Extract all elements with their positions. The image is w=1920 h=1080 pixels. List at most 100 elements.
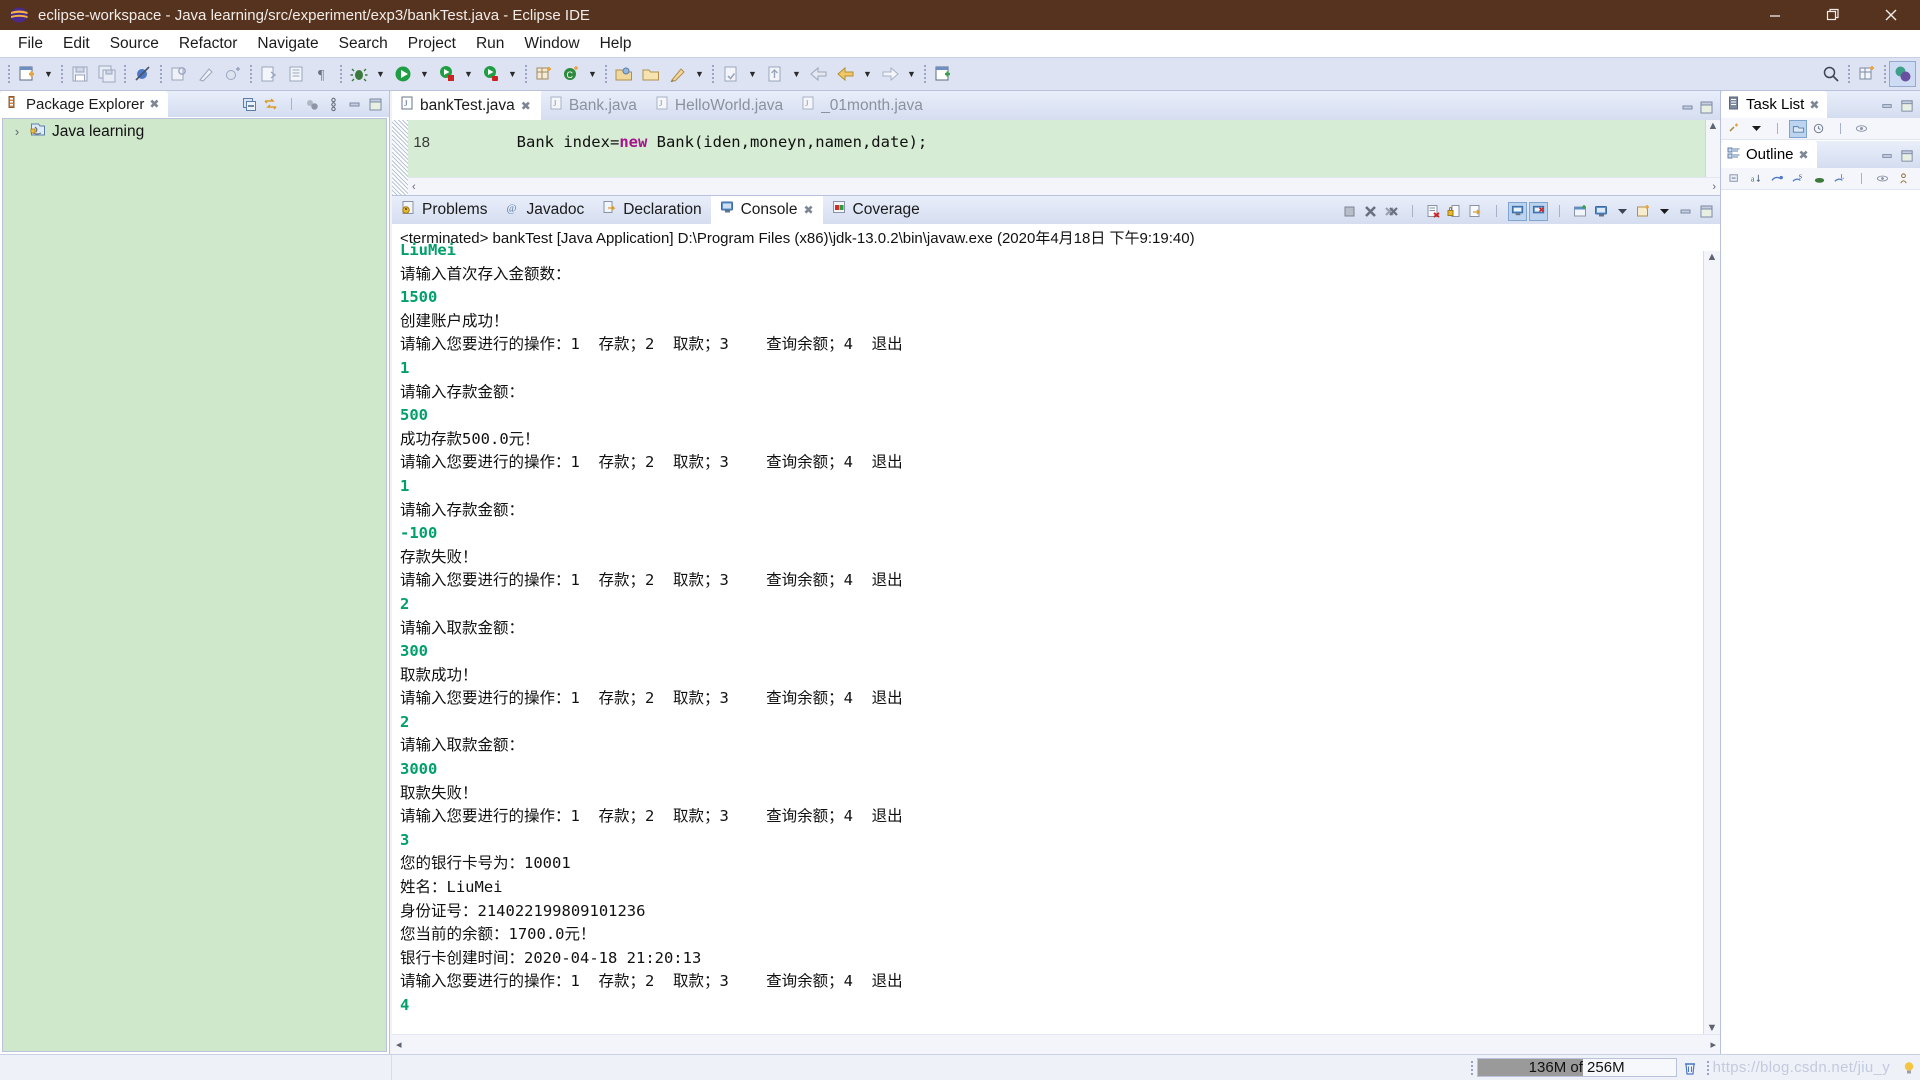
new-class-dropdown-icon[interactable]: ▼ <box>584 61 601 87</box>
view-menu-icon[interactable] <box>1655 202 1674 221</box>
pin-console-icon[interactable] <box>1571 202 1590 221</box>
editor-tab-Bank[interactable]: J Bank.java <box>541 91 647 120</box>
editor-tab-01month[interactable]: J _01month.java <box>793 91 933 120</box>
forward-dropdown-icon[interactable]: ▼ <box>903 61 920 87</box>
scroll-left-icon[interactable]: ◂ <box>396 1038 402 1051</box>
new-console-view-icon[interactable] <box>1634 202 1653 221</box>
next-annotation-dropdown-icon[interactable]: ▼ <box>744 61 761 87</box>
show-console-on-error-icon[interactable] <box>1529 202 1548 221</box>
editor-horizontal-scrollbar[interactable]: ‹ › <box>408 177 1720 195</box>
tab-package-explorer[interactable]: Package Explorer ✖ <box>0 91 168 117</box>
new-task-icon[interactable] <box>1726 120 1744 138</box>
clear-console-icon[interactable] <box>1424 202 1443 221</box>
new-java-project-icon[interactable] <box>165 61 192 87</box>
terminate-icon[interactable] <box>1340 202 1359 221</box>
console-output-text[interactable]: LiuMei请输入首次存入金额数：1500创建账户成功！请输入您要进行的操作：1… <box>400 239 1698 1034</box>
memory-indicator[interactable]: 136M of 256M <box>1477 1058 1677 1077</box>
expand-twisty-icon[interactable]: › <box>11 124 23 139</box>
pilcrow-icon[interactable]: ¶ <box>309 61 336 87</box>
categorize-icon[interactable] <box>1789 120 1807 138</box>
search-icon[interactable] <box>1817 61 1844 87</box>
code-editor[interactable]: 18 Bank index=new Bank(iden,moneyn,namen… <box>392 120 1720 195</box>
run-dropdown-icon[interactable]: ▼ <box>416 61 433 87</box>
minimize-icon[interactable] <box>1680 100 1695 120</box>
package-explorer-tree[interactable]: › Java learning <box>2 118 387 1052</box>
console-vertical-scrollbar[interactable]: ▲ ▼ <box>1703 251 1720 1034</box>
back-icon[interactable] <box>832 61 859 87</box>
hide-static-icon[interactable]: S <box>1789 170 1807 188</box>
view-menu-icon[interactable] <box>324 95 343 114</box>
minimize-icon[interactable] <box>1676 202 1695 221</box>
hide-local-icon[interactable]: L <box>1831 170 1849 188</box>
back-history-icon[interactable] <box>805 61 832 87</box>
view-menu-filter-icon[interactable] <box>303 95 322 114</box>
maximize-icon[interactable] <box>1900 99 1914 118</box>
tab-coverage[interactable]: Coverage <box>823 196 929 224</box>
word-wrap-icon[interactable] <box>1466 202 1485 221</box>
open-perspective-icon[interactable] <box>1853 61 1880 87</box>
console-output-area[interactable]: LiuMei请输入首次存入金额数：1500创建账户成功！请输入您要进行的操作：1… <box>392 251 1720 1034</box>
menu-edit[interactable]: Edit <box>53 33 100 55</box>
maximize-icon[interactable] <box>1699 100 1714 120</box>
menu-search[interactable]: Search <box>329 33 398 55</box>
hide-fields-icon[interactable] <box>1768 170 1786 188</box>
save-icon[interactable] <box>66 61 93 87</box>
open-type-icon[interactable] <box>282 61 309 87</box>
new-class-icon[interactable]: C <box>557 61 584 87</box>
tree-item-java-learning[interactable]: › Java learning <box>3 119 386 144</box>
menu-window[interactable]: Window <box>514 33 589 55</box>
scroll-up-icon[interactable]: ▲ <box>1708 120 1719 132</box>
link-with-editor-icon[interactable] <box>1873 170 1891 188</box>
console-horizontal-scrollbar[interactable]: ◂ ▸ <box>392 1034 1720 1054</box>
open-resource-icon[interactable] <box>610 61 637 87</box>
menu-file[interactable]: File <box>8 33 53 55</box>
task-dropdown-icon[interactable] <box>1747 120 1765 138</box>
tab-console[interactable]: Console ✖ <box>711 196 823 224</box>
editor-tab-bankTest[interactable]: J bankTest.java ✖ <box>392 91 541 120</box>
close-icon[interactable]: ✖ <box>1809 98 1819 112</box>
debug-dropdown-icon[interactable]: ▼ <box>372 61 389 87</box>
clean-icon[interactable] <box>192 61 219 87</box>
debug-icon[interactable] <box>345 61 372 87</box>
external-tools-dropdown-icon[interactable]: ▼ <box>504 61 521 87</box>
open-task-icon[interactable] <box>255 61 282 87</box>
next-annotation-icon[interactable] <box>717 61 744 87</box>
remove-all-terminated-icon[interactable] <box>1382 202 1401 221</box>
run-coverage-icon[interactable] <box>433 61 460 87</box>
scroll-left-icon[interactable]: ‹ <box>412 181 416 193</box>
forward-icon[interactable] <box>876 61 903 87</box>
sort-icon[interactable]: a <box>1747 170 1765 188</box>
lightbulb-icon[interactable] <box>1898 1060 1920 1076</box>
maximize-icon[interactable] <box>1900 149 1914 168</box>
menu-refactor[interactable]: Refactor <box>169 33 248 55</box>
trash-icon[interactable] <box>1677 1060 1703 1076</box>
new-editor-icon[interactable] <box>929 61 956 87</box>
close-icon[interactable]: ✖ <box>521 99 531 113</box>
maximize-icon[interactable] <box>1697 202 1716 221</box>
save-all-icon[interactable] <box>93 61 120 87</box>
run-coverage-dropdown-icon[interactable]: ▼ <box>460 61 477 87</box>
close-icon[interactable]: ✖ <box>149 97 159 111</box>
minimize-icon[interactable] <box>1880 99 1894 118</box>
focus-icon[interactable] <box>1852 120 1870 138</box>
open-folder-icon[interactable] <box>637 61 664 87</box>
editor-tab-HelloWorld[interactable]: J HelloWorld.java <box>647 91 793 120</box>
minimize-icon[interactable] <box>345 95 364 114</box>
new-wizard-dropdown-icon[interactable]: ▼ <box>40 61 57 87</box>
search-pen-icon[interactable] <box>664 61 691 87</box>
back-dropdown-icon[interactable]: ▼ <box>859 61 876 87</box>
run-icon[interactable] <box>389 61 416 87</box>
menu-project[interactable]: Project <box>398 33 466 55</box>
java-perspective-icon[interactable] <box>1889 61 1916 87</box>
close-icon[interactable]: ✖ <box>1799 148 1809 162</box>
maximize-icon[interactable] <box>366 95 385 114</box>
scroll-right-icon[interactable]: ▸ <box>1710 1038 1716 1051</box>
remove-launch-icon[interactable] <box>1361 202 1380 221</box>
new-package-icon[interactable] <box>530 61 557 87</box>
menu-help[interactable]: Help <box>590 33 642 55</box>
collapse-all-icon[interactable] <box>1726 170 1744 188</box>
tab-declaration[interactable]: Declaration <box>593 196 710 224</box>
close-icon[interactable]: ✖ <box>803 203 813 217</box>
minimize-button[interactable] <box>1746 0 1804 30</box>
menu-navigate[interactable]: Navigate <box>247 33 328 55</box>
